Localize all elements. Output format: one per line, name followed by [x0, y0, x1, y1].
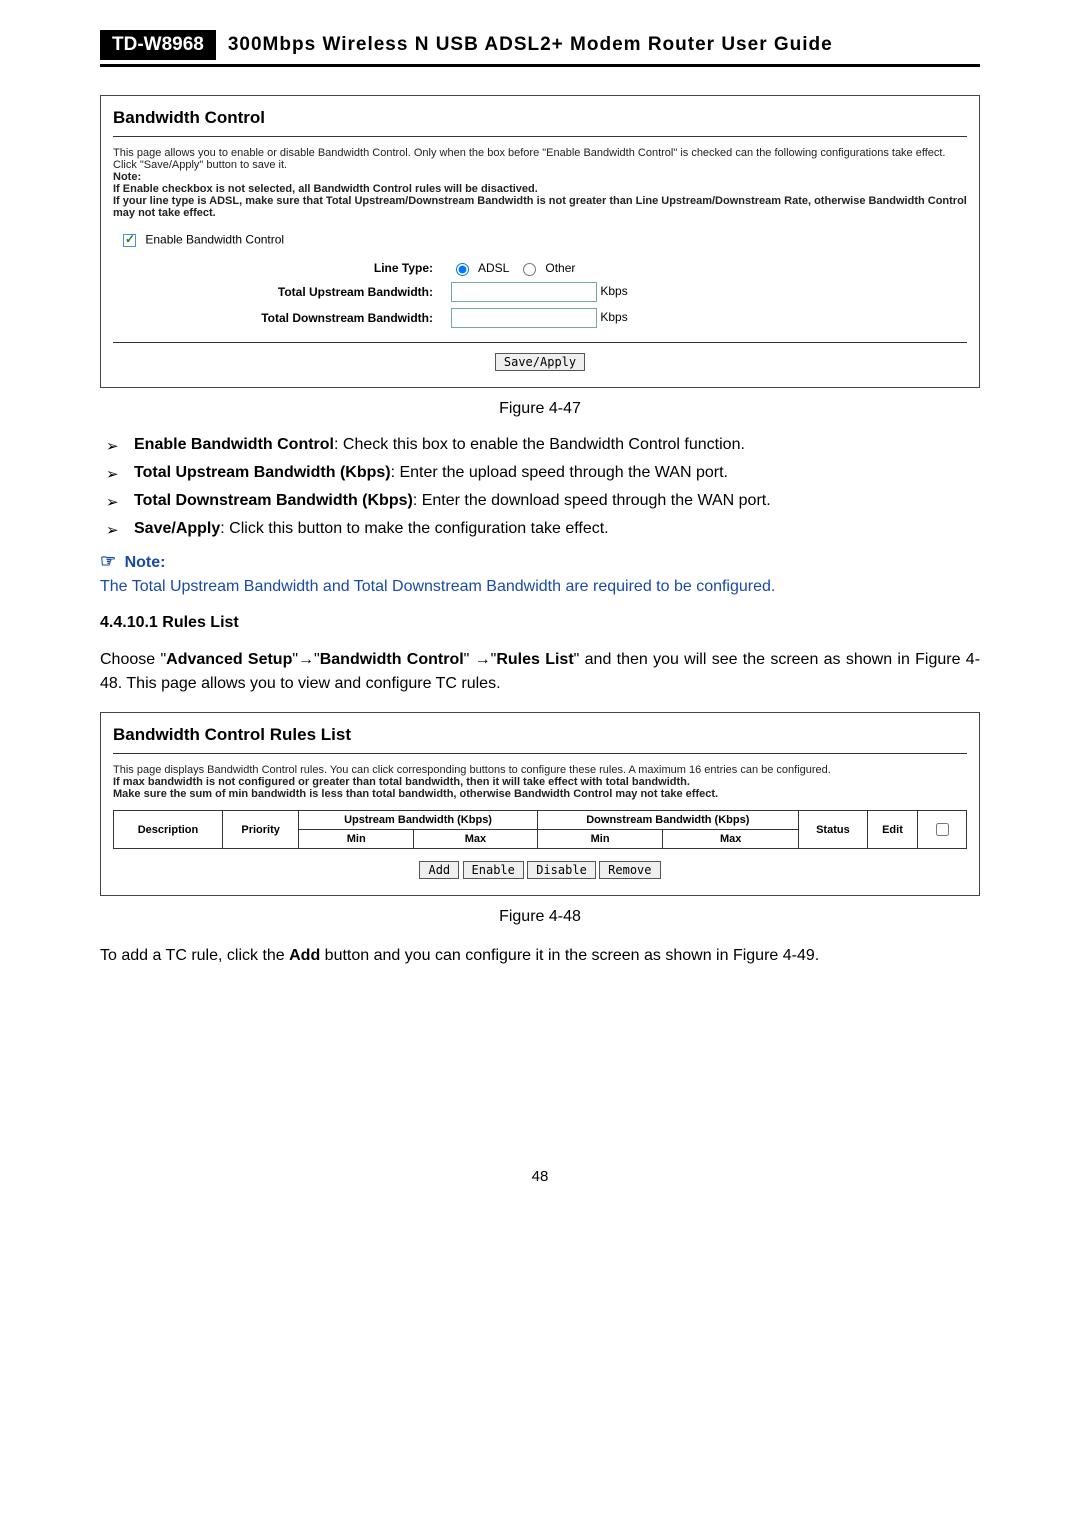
model-badge: TD-W8968 [100, 30, 216, 60]
save-apply-button[interactable]: Save/Apply [495, 353, 585, 371]
doc-header: TD-W8968 300Mbps Wireless N USB ADSL2+ M… [100, 30, 980, 67]
enable-button[interactable]: Enable [463, 861, 524, 879]
downstream-label: Total Downstream Bandwidth: [113, 311, 451, 325]
rules-table: Description Priority Upstream Bandwidth … [113, 810, 967, 849]
th-downstream: Downstream Bandwidth (Kbps) [537, 811, 798, 830]
th-edit: Edit [867, 811, 917, 849]
note-heading: ☞ Note: [100, 552, 980, 572]
bullet-item: Save/Apply: Click this button to make th… [134, 520, 980, 538]
section-heading: 4.4.10.1 Rules List [100, 614, 980, 632]
add-button[interactable]: Add [419, 861, 459, 879]
rules-list-panel: Bandwidth Control Rules List This page d… [100, 712, 980, 896]
page-number: 48 [100, 1168, 980, 1185]
rules-line-1: This page displays Bandwidth Control rul… [113, 764, 967, 776]
rules-panel-title: Bandwidth Control Rules List [113, 725, 967, 745]
rules-line-2: If max bandwidth is not configured or gr… [113, 776, 690, 788]
bullet-list: Enable Bandwidth Control: Check this box… [100, 436, 980, 538]
panel-title: Bandwidth Control [113, 108, 967, 128]
remove-button[interactable]: Remove [599, 861, 660, 879]
bullet-item: Enable Bandwidth Control: Check this box… [134, 436, 980, 454]
figure-4-48-caption: Figure 4-48 [100, 908, 980, 926]
line-type-adsl-radio[interactable] [456, 263, 469, 276]
model-description: 300Mbps Wireless N USB ADSL2+ Modem Rout… [228, 34, 833, 56]
kbps-unit: Kbps [600, 284, 627, 298]
note-body: The Total Upstream Bandwidth and Total D… [100, 578, 980, 596]
hand-pointer-icon: ☞ [100, 552, 116, 570]
bullet-item: Total Upstream Bandwidth (Kbps): Enter t… [134, 464, 980, 482]
paragraph-rules-list: Choose "Advanced Setup"→"Bandwidth Contr… [100, 648, 980, 696]
upstream-input[interactable] [451, 282, 597, 302]
bandwidth-control-panel: Bandwidth Control This page allows you t… [100, 95, 980, 388]
th-upstream: Upstream Bandwidth (Kbps) [299, 811, 537, 830]
panel-intro-text2: Click "Save/Apply" button to save it. [113, 159, 967, 171]
line-type-other-text: Other [545, 261, 575, 275]
select-all-checkbox[interactable] [936, 823, 949, 836]
line-type-other-radio[interactable] [523, 263, 536, 276]
kbps-unit-2: Kbps [600, 310, 627, 324]
figure-4-47-caption: Figure 4-47 [100, 400, 980, 418]
upstream-label: Total Upstream Bandwidth: [113, 285, 451, 299]
disable-button[interactable]: Disable [527, 861, 596, 879]
bullet-item: Total Downstream Bandwidth (Kbps): Enter… [134, 492, 980, 510]
th-up-min: Min [299, 830, 414, 849]
th-select [918, 811, 967, 849]
enable-bandwidth-label: Enable Bandwidth Control [145, 233, 284, 247]
note-label: Note: [113, 171, 141, 183]
th-priority: Priority [222, 811, 298, 849]
rules-line-3: Make sure the sum of min bandwidth is le… [113, 788, 718, 800]
th-description: Description [114, 811, 223, 849]
th-down-max: Max [663, 830, 798, 849]
enable-bandwidth-checkbox[interactable] [123, 234, 136, 247]
note-line-1: If Enable checkbox is not selected, all … [113, 183, 538, 195]
panel-intro-text: This page allows you to enable or disabl… [113, 147, 967, 159]
line-type-label: Line Type: [113, 261, 451, 275]
th-status: Status [798, 811, 867, 849]
paragraph-add-rule: To add a TC rule, click the Add button a… [100, 944, 980, 968]
th-down-min: Min [537, 830, 663, 849]
downstream-input[interactable] [451, 308, 597, 328]
note-line-2: If your line type is ADSL, make sure tha… [113, 195, 967, 219]
line-type-adsl-text: ADSL [478, 261, 509, 275]
th-up-max: Max [414, 830, 538, 849]
